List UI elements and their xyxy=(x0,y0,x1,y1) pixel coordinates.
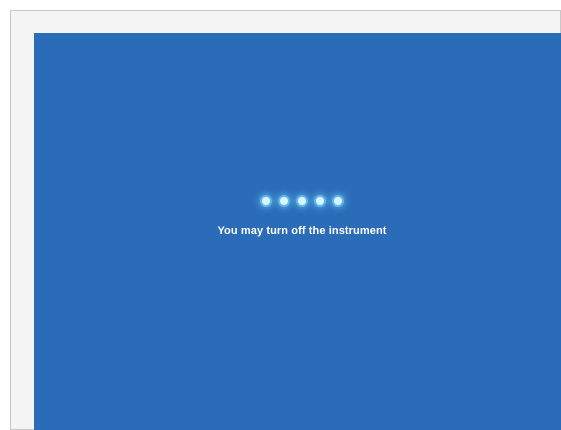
shutdown-message: You may turn off the instrument xyxy=(217,225,387,237)
shutdown-screen: You may turn off the instrument xyxy=(34,33,561,430)
progress-dot xyxy=(316,197,324,205)
progress-dot xyxy=(262,197,270,205)
progress-dot xyxy=(334,197,342,205)
progress-dots xyxy=(34,195,561,207)
instrument-display-frame: You may turn off the instrument xyxy=(10,10,561,430)
progress-dot xyxy=(280,197,288,205)
progress-dot xyxy=(298,197,306,205)
